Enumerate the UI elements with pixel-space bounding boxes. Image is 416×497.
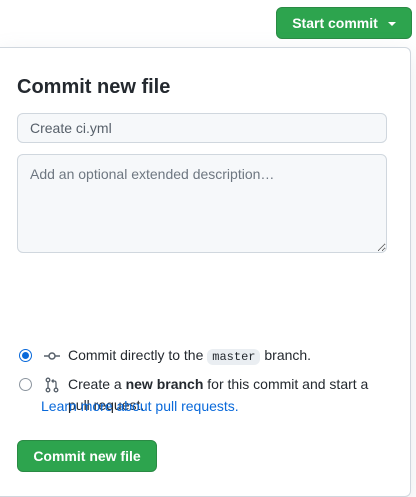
- commit-direct-radio[interactable]: [19, 349, 32, 362]
- top-bar: Start commit: [0, 0, 416, 48]
- commit-new-file-label: Commit new file: [33, 448, 141, 464]
- git-pull-request-icon: [45, 377, 59, 393]
- triangle-down-icon: [387, 22, 396, 26]
- start-commit-label: Start commit: [292, 15, 378, 31]
- git-commit-icon: [44, 352, 60, 360]
- new-branch-radio[interactable]: [19, 378, 32, 391]
- commit-direct-option[interactable]: Commit directly to the master branch.: [19, 345, 311, 368]
- commit-description-textarea[interactable]: [17, 154, 387, 253]
- new-branch-bold: new branch: [125, 376, 204, 392]
- commit-direct-text: Commit directly to the master branch.: [68, 347, 312, 365]
- learn-more-line: Learn more about pull requests.: [41, 396, 239, 417]
- start-commit-button[interactable]: Start commit: [276, 7, 412, 39]
- branch-name: master: [207, 349, 261, 365]
- commit-new-file-button[interactable]: Commit new file: [17, 440, 157, 472]
- commit-summary-input[interactable]: [17, 113, 387, 143]
- learn-more-pull-requests-link[interactable]: Learn more about pull requests.: [41, 396, 239, 417]
- commit-title: Commit new file: [17, 76, 171, 98]
